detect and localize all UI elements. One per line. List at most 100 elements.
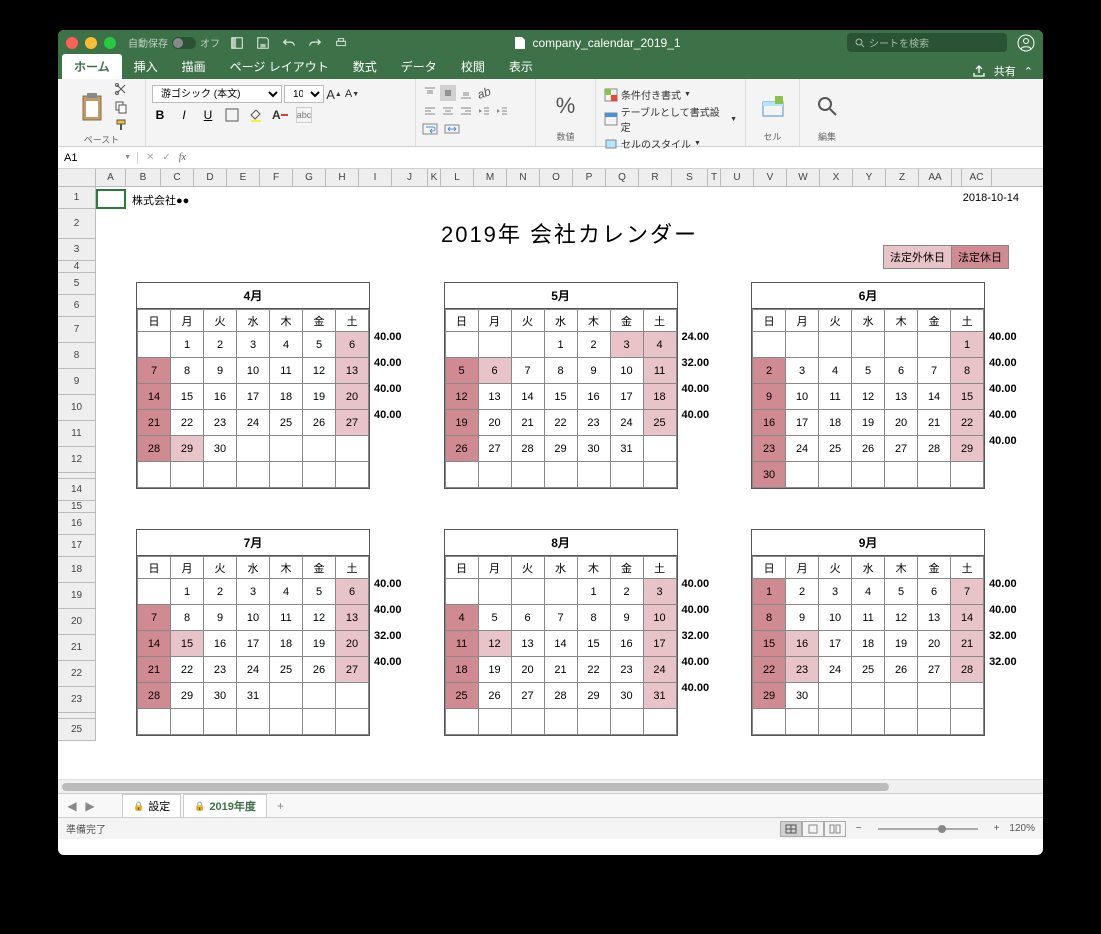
day-cell[interactable]: 25 <box>852 657 885 683</box>
day-cell[interactable] <box>577 462 610 488</box>
day-cell[interactable]: 28 <box>918 436 951 462</box>
day-cell[interactable]: 20 <box>918 631 951 657</box>
merge-cells-icon[interactable] <box>444 121 460 137</box>
day-cell[interactable]: 15 <box>577 631 610 657</box>
day-cell[interactable] <box>885 709 918 735</box>
day-cell[interactable]: 12 <box>303 605 336 631</box>
day-cell[interactable]: 18 <box>445 657 478 683</box>
day-cell[interactable]: 15 <box>753 631 786 657</box>
day-cell[interactable]: 22 <box>544 410 577 436</box>
col-head-G[interactable]: G <box>293 169 326 186</box>
day-cell[interactable]: 24 <box>237 657 270 683</box>
day-cell[interactable]: 26 <box>445 436 478 462</box>
day-cell[interactable]: 28 <box>544 683 577 709</box>
align-bottom-icon[interactable] <box>458 85 474 101</box>
day-cell[interactable]: 25 <box>270 410 303 436</box>
day-cell[interactable]: 8 <box>171 358 204 384</box>
user-icon[interactable] <box>1017 34 1035 52</box>
day-cell[interactable]: 6 <box>336 579 369 605</box>
row-head-16[interactable]: 16 <box>58 513 96 535</box>
day-cell[interactable]: 23 <box>753 436 786 462</box>
day-cell[interactable]: 19 <box>478 657 511 683</box>
day-cell[interactable]: 13 <box>511 631 544 657</box>
day-cell[interactable]: 9 <box>610 605 643 631</box>
day-cell[interactable]: 17 <box>237 631 270 657</box>
border-button[interactable] <box>224 107 240 123</box>
day-cell[interactable]: 19 <box>852 410 885 436</box>
day-cell[interactable] <box>445 462 478 488</box>
row-head-23[interactable]: 23 <box>58 687 96 713</box>
add-sheet-button[interactable]: + <box>269 796 292 816</box>
day-cell[interactable]: 24 <box>643 657 676 683</box>
day-cell[interactable]: 27 <box>511 683 544 709</box>
tab-data[interactable]: データ <box>389 54 449 79</box>
day-cell[interactable]: 27 <box>478 436 511 462</box>
day-cell[interactable]: 6 <box>885 358 918 384</box>
col-head-V[interactable]: V <box>754 169 787 186</box>
day-cell[interactable] <box>819 332 852 358</box>
day-cell[interactable]: 11 <box>270 605 303 631</box>
day-cell[interactable]: 22 <box>753 657 786 683</box>
increase-font-icon[interactable]: A▲ <box>326 86 342 102</box>
day-cell[interactable]: 10 <box>237 605 270 631</box>
day-cell[interactable] <box>918 709 951 735</box>
copy-icon[interactable] <box>113 99 129 115</box>
day-cell[interactable]: 7 <box>511 358 544 384</box>
day-cell[interactable] <box>951 683 984 709</box>
day-cell[interactable]: 10 <box>237 358 270 384</box>
day-cell[interactable]: 8 <box>753 605 786 631</box>
day-cell[interactable]: 4 <box>643 332 676 358</box>
col-head-E[interactable]: E <box>227 169 260 186</box>
name-box[interactable]: A1▼ <box>58 152 138 164</box>
day-cell[interactable]: 5 <box>445 358 478 384</box>
day-cell[interactable]: 24 <box>237 410 270 436</box>
day-cell[interactable]: 21 <box>138 410 171 436</box>
day-cell[interactable] <box>478 579 511 605</box>
increase-indent-icon[interactable] <box>494 103 510 119</box>
day-cell[interactable]: 14 <box>918 384 951 410</box>
col-head-[interactable] <box>952 169 962 186</box>
day-cell[interactable]: 18 <box>852 631 885 657</box>
row-head-21[interactable]: 21 <box>58 635 96 661</box>
sheet-nav-prev[interactable]: ◀ <box>64 799 80 813</box>
tab-layout[interactable]: ページ レイアウト <box>218 54 341 79</box>
day-cell[interactable] <box>336 436 369 462</box>
day-cell[interactable]: 7 <box>951 579 984 605</box>
col-head-F[interactable]: F <box>260 169 293 186</box>
day-cell[interactable]: 28 <box>511 436 544 462</box>
cells-button[interactable] <box>757 92 789 120</box>
share-label[interactable]: 共有 <box>994 63 1016 79</box>
day-cell[interactable]: 7 <box>138 358 171 384</box>
day-cell[interactable]: 6 <box>478 358 511 384</box>
day-cell[interactable]: 26 <box>303 410 336 436</box>
col-head-L[interactable]: L <box>441 169 474 186</box>
autosave-toggle[interactable]: 自動保存 オフ <box>128 35 220 50</box>
day-cell[interactable]: 26 <box>303 657 336 683</box>
day-cell[interactable]: 18 <box>819 410 852 436</box>
day-cell[interactable] <box>643 462 676 488</box>
day-cell[interactable]: 26 <box>885 657 918 683</box>
day-cell[interactable]: 17 <box>643 631 676 657</box>
col-head-Z[interactable]: Z <box>886 169 919 186</box>
day-cell[interactable] <box>270 462 303 488</box>
day-cell[interactable] <box>951 462 984 488</box>
tab-view[interactable]: 表示 <box>497 54 545 79</box>
day-cell[interactable] <box>237 709 270 735</box>
phonetic-button[interactable]: abc <box>296 107 312 123</box>
day-cell[interactable] <box>643 709 676 735</box>
day-cell[interactable]: 22 <box>171 410 204 436</box>
day-cell[interactable] <box>511 709 544 735</box>
page-layout-view-button[interactable] <box>802 821 824 837</box>
conditional-format-button[interactable]: 条件付き書式▼ <box>604 87 737 102</box>
tab-draw[interactable]: 描画 <box>170 54 218 79</box>
day-cell[interactable]: 23 <box>204 657 237 683</box>
day-cell[interactable]: 14 <box>511 384 544 410</box>
day-cell[interactable]: 5 <box>885 579 918 605</box>
collapse-ribbon-icon[interactable]: ⌃ <box>1024 65 1033 78</box>
day-cell[interactable] <box>336 462 369 488</box>
day-cell[interactable]: 8 <box>544 358 577 384</box>
day-cell[interactable]: 2 <box>577 332 610 358</box>
day-cell[interactable]: 24 <box>819 657 852 683</box>
day-cell[interactable]: 6 <box>511 605 544 631</box>
day-cell[interactable]: 14 <box>138 631 171 657</box>
